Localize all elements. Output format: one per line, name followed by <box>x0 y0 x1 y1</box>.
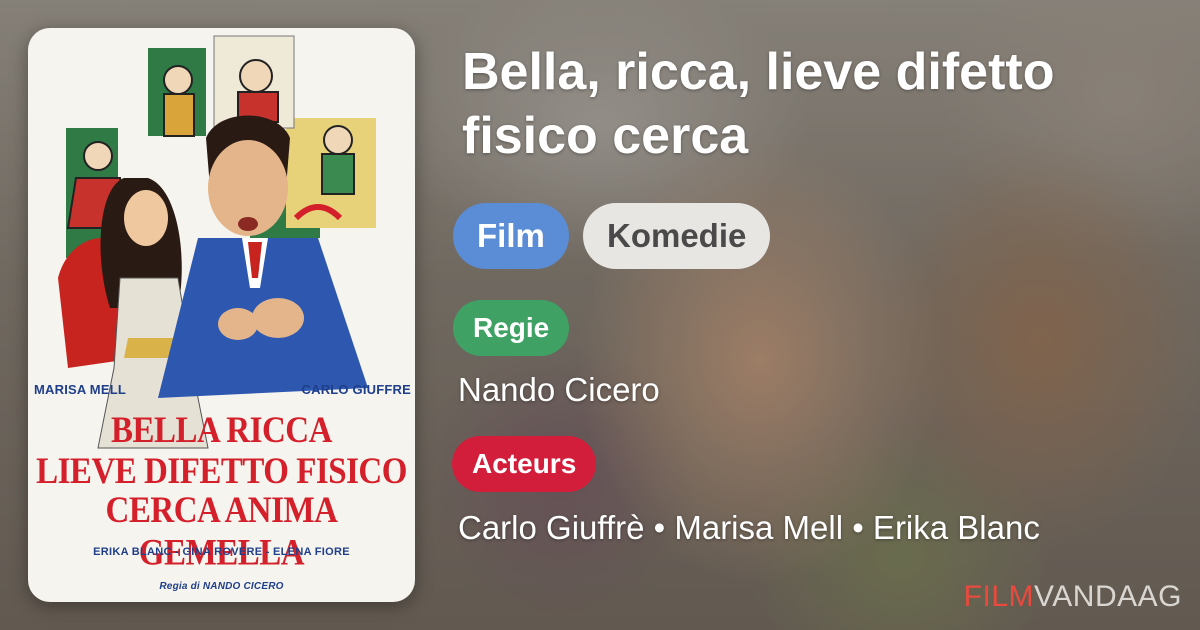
genre-tag-komedie[interactable]: Komedie <box>583 203 771 269</box>
poster-direction-line: Regia di NANDO CICERO <box>159 581 284 592</box>
type-tag-film[interactable]: Film <box>453 203 569 269</box>
poster-lead-right: CARLO GIUFFRE <box>301 382 411 397</box>
filmvandaag-logo: FILMVANDAAG <box>964 580 1182 614</box>
poster-title-line3: CERCA ANIMA GEMELLA <box>105 490 338 574</box>
actors-list: Carlo Giuffrè • Marisa Mell • Erika Blan… <box>458 509 1040 546</box>
director-label: Regie <box>453 300 570 356</box>
poster-title-line1: BELLA RICCA <box>111 410 332 452</box>
poster-lead-left: MARISA MELL <box>34 382 126 397</box>
brand-part-film: FILM <box>963 580 1035 613</box>
movie-title: Bella, ricca, lieve difetto fisico cerca <box>462 43 1055 165</box>
poster-cast-line: ERIKA BLANC - GINA ROVERE - ELENA FIORE <box>93 546 350 558</box>
actors-label: Acteurs <box>452 436 597 492</box>
brand-part-vandaag: VANDAAG <box>1034 580 1182 613</box>
movie-poster[interactable]: MARISA MELL CARLO GIUFFRE BELLA RICCA LI… <box>28 28 415 602</box>
poster-title-line2: LIEVE DIFETTO FISICO <box>36 451 407 493</box>
director-name: Nando Cicero <box>458 371 660 408</box>
